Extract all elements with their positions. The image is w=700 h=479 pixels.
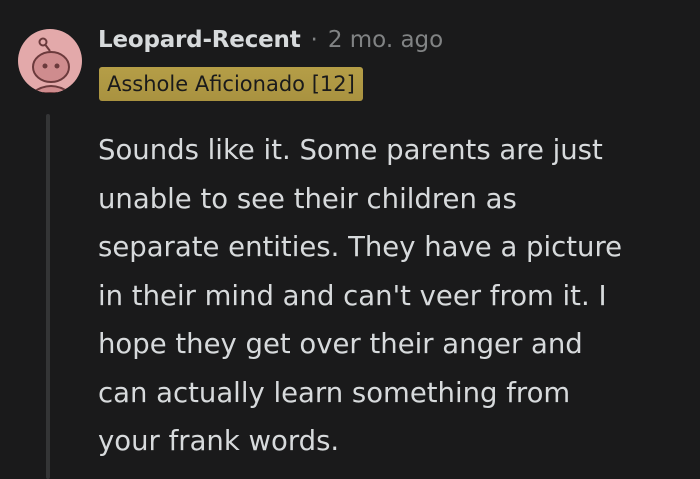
thread-collapse-line[interactable] <box>46 114 50 479</box>
comment-body-line: can actually learn something from <box>98 376 571 409</box>
user-flair-badge: Asshole Aficionado [12] <box>99 67 363 101</box>
meta-separator: · <box>310 27 318 53</box>
comment-body-line: your frank words. <box>98 425 340 457</box>
comment: Leopard-Recent · 2 mo. ago Asshole Afici… <box>0 0 700 479</box>
comment-body-line: hope they get over their anger and <box>98 328 583 360</box>
comment-meta: Leopard-Recent · 2 mo. ago <box>98 22 443 58</box>
comment-body-line: separate entities. They have a picture <box>98 231 623 263</box>
snoo-avatar-icon <box>30 37 72 93</box>
user-avatar-icon[interactable] <box>18 29 82 93</box>
username-link[interactable]: Leopard-Recent <box>98 27 301 53</box>
comment-body-line: in their mind and can't veer from it. I <box>98 279 607 312</box>
comment-body: Sounds like it. Some parents are just un… <box>98 126 678 466</box>
comment-body-line: Sounds like it. Some parents are just <box>98 134 603 166</box>
comment-body-line: unable to see their children as <box>98 182 517 215</box>
timestamp-link[interactable]: 2 mo. ago <box>328 27 443 53</box>
